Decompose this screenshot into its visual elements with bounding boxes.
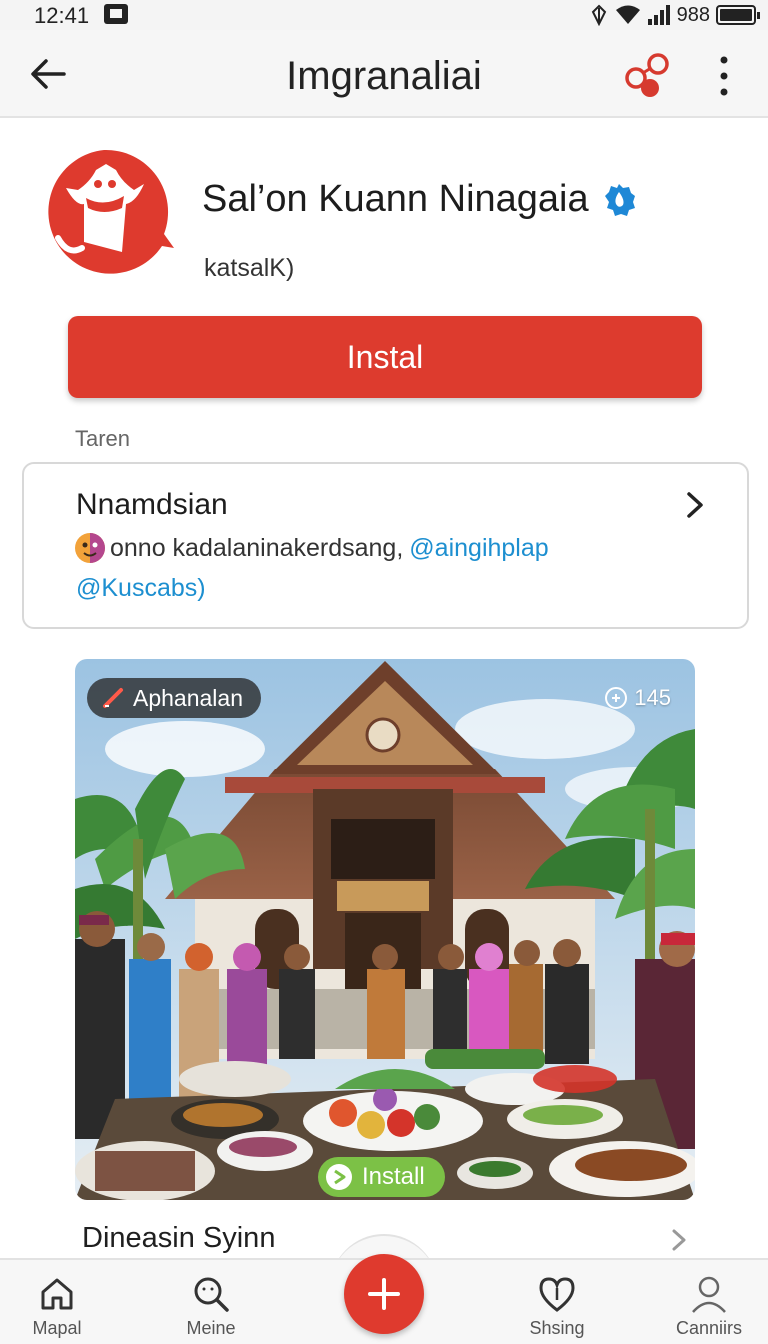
wifi-icon <box>615 5 640 24</box>
more-vert-icon <box>720 56 728 96</box>
emoji-face-icon <box>75 533 105 563</box>
info-card-title: Nnamdsian <box>76 488 228 521</box>
app-name-row: Sal’on Kuann Ninagaia <box>202 178 637 221</box>
app-logo <box>38 146 174 280</box>
media-install-label: Install <box>362 1163 425 1190</box>
nav-item-favorites[interactable]: Shsing <box>502 1274 612 1339</box>
chevron-right-icon <box>687 492 703 518</box>
home-icon <box>41 1278 73 1310</box>
more-options-button[interactable] <box>708 54 740 98</box>
battery-icon <box>716 5 760 25</box>
media-photo <box>75 659 695 1200</box>
media-tag-label: Aphanalan <box>133 684 243 711</box>
section-title: Dineasin Syinn <box>82 1222 276 1254</box>
status-bar: 12:41 988 <box>0 0 768 30</box>
search-icon <box>194 1277 229 1312</box>
nav-label: Canniirs <box>675 1318 743 1338</box>
info-card-text: onno kadalaninakerdsang, <box>110 533 404 562</box>
add-fab-button[interactable] <box>344 1254 424 1334</box>
app-name: Sal’on Kuann Ninagaia <box>202 178 589 220</box>
battery-text: 988 <box>676 3 710 26</box>
status-time: 12:41 <box>34 3 90 28</box>
media-install-button[interactable]: Install <box>318 1157 445 1197</box>
install-button[interactable]: Instal <box>68 316 702 398</box>
profile-icon <box>692 1276 726 1313</box>
signal-icon <box>647 5 670 25</box>
media-tag: Aphanalan <box>87 678 261 718</box>
section-label: Taren <box>75 426 131 451</box>
mention-link[interactable]: @Kuscabs) <box>76 574 206 603</box>
info-card-text-row: onno kadalaninakerdsang, @aingihplap <box>74 532 549 564</box>
nav-item-profile[interactable]: Canniirs <box>654 1274 764 1339</box>
nav-label: Shsing <box>529 1318 585 1338</box>
view-count-icon <box>605 687 628 709</box>
mention-link[interactable]: @aingihplap <box>409 534 548 563</box>
media-count-value: 145 <box>634 685 671 710</box>
app-bar: Imgranaliai <box>0 30 768 118</box>
play-icon <box>326 1164 352 1190</box>
notification-icon <box>104 4 128 24</box>
nav-item-search[interactable]: Meine <box>156 1274 266 1339</box>
share-button[interactable] <box>622 52 674 100</box>
nav-label: Meine <box>186 1318 236 1338</box>
nav-label: Mapal <box>32 1318 82 1338</box>
share-icon <box>625 53 669 97</box>
developer-name[interactable]: katsalK) <box>204 254 294 283</box>
heart-icon <box>539 1277 575 1312</box>
media-count: 145 <box>604 685 671 711</box>
plus-icon <box>368 1278 400 1310</box>
media-card[interactable]: Aphanalan 145 Install <box>75 659 695 1200</box>
vibrate-icon <box>591 4 606 26</box>
nav-item-home[interactable]: Mapal <box>2 1274 112 1339</box>
verified-badge-icon <box>604 183 635 216</box>
chevron-right-icon[interactable] <box>670 1228 688 1252</box>
pencil-icon <box>103 688 123 708</box>
info-card[interactable]: Nnamdsian onno kadalaninakerdsang, @aing… <box>22 462 749 629</box>
status-icons: 988 <box>589 2 760 28</box>
